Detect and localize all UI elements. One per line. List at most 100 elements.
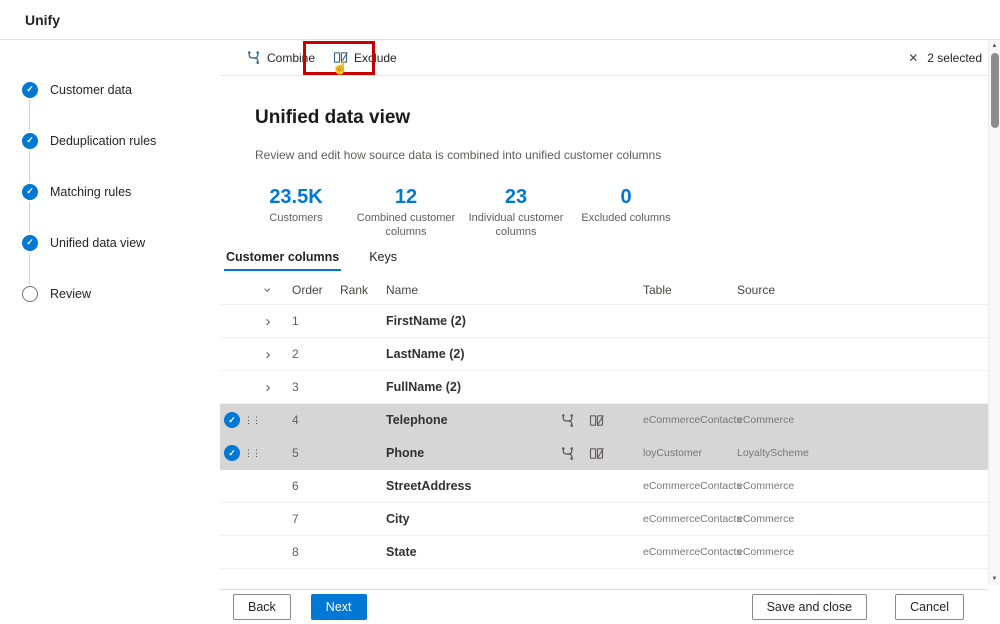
stat-value: 23 [504, 186, 528, 208]
expand-chevron-icon[interactable]: › [266, 314, 271, 329]
stepper-item-customer-data[interactable]: ✓ Customer data [0, 64, 220, 131]
footer-right-group: Save and close Cancel [751, 594, 964, 620]
tab-list: Customer columns Keys [222, 245, 988, 271]
row-table: eCommerceContacts [643, 513, 742, 525]
table-row[interactable]: ✓ ⋮⋮ 5 Phone loyCustomer LoyaltyScheme [220, 437, 988, 470]
footer-bar: Back Next Save and close Cancel [220, 589, 988, 624]
row-name: LastName (2) [386, 347, 465, 361]
table-row[interactable]: ✓ ⋮⋮ 4 Telephone eCommerceContacts eCommerce [220, 404, 988, 437]
table-header-row: › Order Rank Name Table Source [220, 275, 988, 305]
cursor-icon: ☝ [332, 60, 349, 75]
combine-icon [246, 50, 261, 65]
exclude-action-icon[interactable] [589, 446, 604, 461]
exclude-action-icon[interactable] [589, 413, 604, 428]
stat-value: 23.5K [269, 186, 323, 208]
row-name: StreetAddress [386, 479, 472, 493]
drag-handle-icon[interactable]: ⋮⋮ [244, 415, 261, 425]
stepper-item-deduplication-rules[interactable]: ✓ Deduplication rules [0, 115, 220, 182]
table-row[interactable]: 7 City eCommerceContacts eCommerce [220, 503, 988, 536]
step-check-icon: ✓ [22, 183, 38, 200]
row-name: FirstName (2) [386, 314, 466, 328]
stat-customers: 23.5K Customers [246, 185, 346, 239]
row-order: 7 [292, 512, 299, 526]
row-source: eCommerce [737, 414, 795, 426]
row-expand-cell: › [256, 380, 280, 395]
header-expand-cell: › [256, 282, 280, 298]
table-row[interactable]: › 2 LastName (2) [220, 338, 988, 371]
stat-value: 0 [620, 186, 632, 208]
row-table: eCommerceContacts [643, 546, 742, 558]
header-order: Order [292, 282, 323, 297]
scrollbar-thumb[interactable] [991, 53, 999, 128]
row-name: Phone [386, 446, 425, 460]
stat-label: Combined customer columns [356, 212, 456, 238]
stepper-item-unified-data-view[interactable]: ✓ Unified data view [0, 217, 220, 284]
row-name: Telephone [386, 413, 448, 427]
columns-table: › Order Rank Name Table Source › 1 FirstNa… [220, 275, 988, 569]
content-area: Unified data view Review and edit how so… [220, 76, 988, 589]
stat-combined-customer-columns: 12 Combined customer columns [356, 185, 456, 239]
cancel-button[interactable]: Cancel [895, 594, 964, 620]
row-order: 2 [292, 347, 299, 361]
scroll-up-icon[interactable]: ▲ [989, 40, 1000, 52]
app-header: Unify [0, 0, 1000, 40]
row-table: eCommerceContacts [643, 480, 742, 492]
stepper-item-label: Review [50, 286, 91, 301]
row-order: 6 [292, 479, 299, 493]
save-and-close-button[interactable]: Save and close [751, 594, 868, 620]
stat-label: Individual customer columns [468, 212, 564, 238]
table-row[interactable]: › 3 FullName (2) [220, 371, 988, 404]
stats-row: 23.5K Customers 12 Combined customer column… [246, 185, 988, 239]
tab-customer-columns[interactable]: Customer columns [222, 245, 343, 271]
exclude-button-label: Exclude [354, 50, 397, 65]
row-selected-checkbox[interactable]: ✓ [224, 445, 240, 461]
collapse-all-chevron-icon[interactable]: › [260, 287, 276, 292]
row-table: eCommerceContacts [643, 414, 742, 426]
expand-chevron-icon[interactable]: › [266, 347, 271, 362]
stat-label: Excluded columns [581, 212, 671, 224]
table-row[interactable]: › 1 FirstName (2) [220, 305, 988, 338]
row-select-cell: ✓ [220, 445, 244, 461]
expand-chevron-icon[interactable]: › [266, 380, 271, 395]
row-selected-checkbox[interactable]: ✓ [224, 412, 240, 428]
row-name: FullName (2) [386, 380, 462, 394]
stepper-item-matching-rules[interactable]: ✓ Matching rules [0, 166, 220, 233]
row-select-cell: ✓ [220, 412, 244, 428]
header-source: Source [737, 282, 776, 297]
drag-handle-icon[interactable]: ⋮⋮ [244, 448, 261, 458]
row-order: 8 [292, 545, 299, 559]
stepper-item-label: Unified data view [50, 235, 146, 250]
combine-button-label: Combine [267, 50, 316, 65]
combine-button[interactable]: Combine [237, 44, 324, 71]
stepper-item-review[interactable]: Review [0, 268, 220, 319]
row-source: eCommerce [737, 480, 795, 492]
scroll-down-icon[interactable]: ▼ [989, 573, 1000, 585]
row-order: 3 [292, 380, 299, 394]
stepper: ✓ Customer data ✓ Deduplication rules ✓ Match… [0, 64, 220, 319]
stepper-item-label: Deduplication rules [50, 133, 157, 148]
row-table: loyCustomer [643, 447, 702, 459]
table-row[interactable]: 8 State eCommerceContacts eCommerce [220, 536, 988, 569]
row-order: 4 [292, 413, 299, 427]
stepper-sidebar: ✓ Customer data ✓ Deduplication rules ✓ Match… [0, 40, 220, 624]
next-button[interactable]: Next [310, 594, 367, 620]
stat-label: Customers [269, 212, 323, 224]
combine-action-icon[interactable] [560, 413, 575, 428]
table-row[interactable]: 6 StreetAddress eCommerceContacts eCommerce [220, 470, 988, 503]
stepper-item-label: Matching rules [50, 184, 132, 199]
row-drag-cell: ⋮⋮ [244, 448, 261, 458]
step-check-icon: ✓ [22, 132, 38, 149]
row-name: City [386, 512, 410, 526]
step-check-icon: ✓ [22, 234, 38, 251]
tab-keys[interactable]: Keys [365, 245, 401, 271]
back-button[interactable]: Back [233, 594, 291, 620]
stat-value: 12 [394, 186, 418, 208]
combine-action-icon[interactable] [560, 446, 575, 461]
page-title: Unified data view [255, 107, 411, 128]
clear-selection-icon[interactable]: ✕ [906, 49, 920, 67]
vertical-scrollbar: ▲ ▼ [988, 40, 1000, 585]
row-expand-cell: › [256, 314, 280, 329]
stat-individual-customer-columns: 23 Individual customer columns [466, 185, 566, 239]
header-rank: Rank [340, 282, 369, 297]
row-source: LoyaltyScheme [737, 447, 809, 459]
